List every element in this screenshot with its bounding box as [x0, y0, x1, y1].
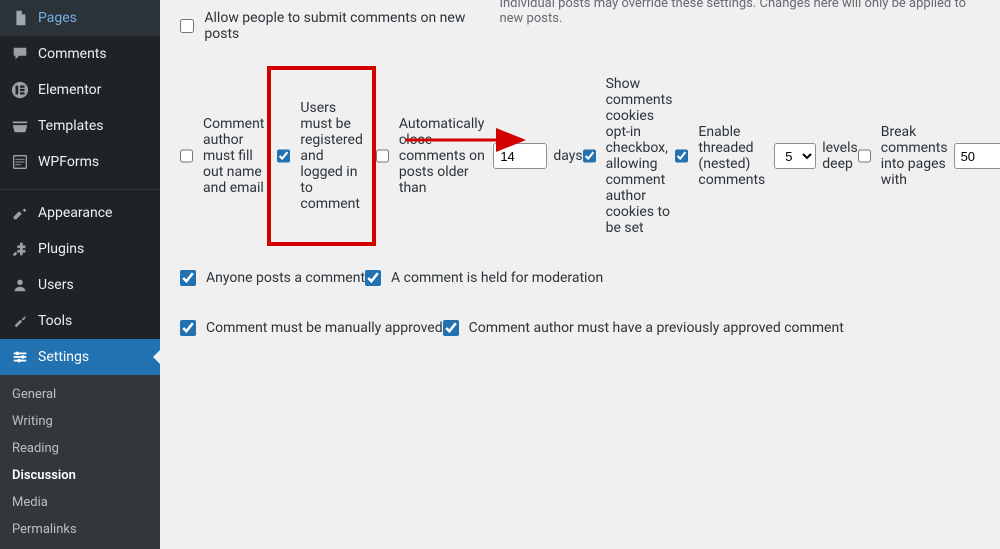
sidebar-item-pages[interactable]: Pages [0, 0, 160, 36]
threaded-option[interactable]: Enable threaded (nested) comments 5 leve… [675, 76, 857, 236]
sidebar-item-label: Appearance [38, 205, 112, 221]
admin-sidebar: Pages Comments Elementor Templates WPFor… [0, 0, 160, 518]
allow-comments-option[interactable]: Allow people to submit comments on new p… [180, 10, 473, 42]
pages-icon [10, 8, 30, 28]
registered-logged-in-checkbox[interactable] [277, 148, 290, 164]
registered-logged-in-label: Users must be registered and logged in t… [300, 100, 365, 212]
auto-close-checkbox[interactable] [376, 148, 389, 164]
email-held-moderation-label: A comment is held for moderation [391, 270, 603, 286]
wpforms-icon [10, 152, 30, 172]
cookies-optin-option[interactable]: Show comments cookies opt-in checkbox, a… [583, 76, 676, 236]
fill-name-email-checkbox[interactable] [180, 148, 193, 164]
sidebar-item-label: Plugins [38, 241, 84, 257]
sidebar-item-label: Elementor [38, 82, 101, 98]
break-pages-prefix: Break comments into pages with [881, 124, 948, 188]
override-note: Individual posts may override these sett… [499, 0, 980, 36]
elementor-icon [10, 80, 30, 100]
sidebar-item-label: Templates [38, 118, 104, 134]
email-anyone-posts-checkbox[interactable] [180, 270, 196, 286]
auto-close-option[interactable]: Automatically close comments on posts ol… [376, 76, 583, 236]
comments-icon [10, 44, 30, 64]
sidebar-item-settings[interactable]: Settings [0, 339, 160, 375]
sidebar-item-appearance[interactable]: Appearance [0, 195, 160, 231]
sidebar-item-users[interactable]: Users [0, 267, 160, 303]
users-icon [10, 275, 30, 295]
submenu-item-reading[interactable]: Reading [0, 435, 160, 462]
submenu-item-writing[interactable]: Writing [0, 408, 160, 435]
email-anyone-posts-label: Anyone posts a comment [206, 270, 365, 286]
break-pages-option[interactable]: Break comments into pages with top level… [858, 76, 1000, 236]
prev-approved-option[interactable]: Comment author must have a previously ap… [443, 320, 844, 336]
appearance-icon [10, 203, 30, 223]
manual-approve-label: Comment must be manually approved [206, 320, 443, 336]
prev-approved-checkbox[interactable] [443, 320, 459, 336]
manual-approve-checkbox[interactable] [180, 320, 196, 336]
email-anyone-posts-option[interactable]: Anyone posts a comment [180, 270, 365, 286]
sidebar-item-templates[interactable]: Templates [0, 108, 160, 144]
fill-name-email-option[interactable]: Comment author must fill out name and em… [180, 76, 267, 236]
submenu-item-media[interactable]: Media [0, 489, 160, 516]
threaded-checkbox[interactable] [675, 148, 688, 164]
break-pages-count-input[interactable] [954, 143, 1000, 169]
sidebar-item-wpforms[interactable]: WPForms [0, 144, 160, 180]
cookies-optin-label: Show comments cookies opt-in checkbox, a… [606, 76, 676, 236]
registered-logged-in-option[interactable]: Users must be registered and logged in t… [277, 100, 365, 212]
cookies-optin-checkbox[interactable] [583, 148, 596, 164]
submenu-item-general[interactable]: General [0, 381, 160, 408]
tools-icon [10, 311, 30, 331]
threaded-suffix: levels deep [822, 140, 858, 172]
sidebar-item-plugins[interactable]: Plugins [0, 231, 160, 267]
sidebar-item-label: Settings [38, 349, 89, 365]
settings-main: Allow people to submit comments on new p… [160, 0, 1000, 518]
settings-submenu: General Writing Reading Discussion Media… [0, 375, 160, 549]
plugins-icon [10, 239, 30, 259]
auto-close-days-input[interactable] [493, 143, 547, 169]
break-pages-checkbox[interactable] [858, 148, 871, 164]
sidebar-item-elementor[interactable]: Elementor [0, 72, 160, 108]
sidebar-item-label: Tools [38, 313, 72, 329]
settings-icon [10, 347, 30, 367]
submenu-item-permalinks[interactable]: Permalinks [0, 516, 160, 543]
allow-comments-checkbox[interactable] [180, 18, 194, 34]
sidebar-item-label: Users [38, 277, 74, 293]
sidebar-item-label: Comments [38, 46, 107, 62]
highlighted-option: Users must be registered and logged in t… [267, 66, 375, 246]
prev-approved-label: Comment author must have a previously ap… [469, 320, 844, 336]
auto-close-prefix: Automatically close comments on posts ol… [399, 116, 487, 196]
fill-name-email-label: Comment author must fill out name and em… [203, 116, 267, 196]
submenu-item-discussion[interactable]: Discussion [0, 462, 160, 489]
sidebar-item-label: Pages [38, 10, 77, 26]
templates-icon [10, 116, 30, 136]
sidebar-item-label: WPForms [38, 154, 99, 170]
email-held-moderation-checkbox[interactable] [365, 270, 381, 286]
email-held-moderation-option[interactable]: A comment is held for moderation [365, 270, 603, 286]
manual-approve-option[interactable]: Comment must be manually approved [180, 320, 443, 336]
threaded-levels-select[interactable]: 5 [774, 143, 816, 169]
allow-comments-label: Allow people to submit comments on new p… [204, 10, 473, 42]
auto-close-suffix: days [553, 148, 582, 164]
sidebar-item-tools[interactable]: Tools [0, 303, 160, 339]
menu-separator [0, 185, 160, 190]
threaded-prefix: Enable threaded (nested) comments [698, 124, 768, 188]
sidebar-item-comments[interactable]: Comments [0, 36, 160, 72]
